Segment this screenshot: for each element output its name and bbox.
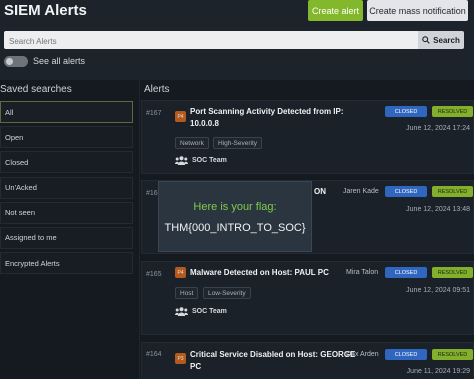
top-bar: SIEM Alerts Create alert Create mass not… — [0, 0, 474, 80]
see-all-alerts-toggle[interactable] — [4, 56, 28, 67]
alert-number: #165 — [146, 271, 162, 278]
resolution-badge: RESOLVED — [432, 349, 473, 360]
alert-title[interactable]: ON — [314, 186, 344, 198]
team-label: SOC Team — [175, 156, 227, 165]
see-all-alerts-label: See all alerts — [33, 56, 86, 66]
alert-date: June 11, 2024 19:29 — [406, 368, 470, 375]
alert-title[interactable]: Critical Service Disabled on Host: GEORG… — [190, 349, 365, 373]
saved-search-encrypted-alerts[interactable]: Encrypted Alerts — [0, 252, 133, 275]
alert-title[interactable]: Malware Detected on Host: PAUL PC — [190, 267, 365, 279]
resolution-badge: RESOLVED — [432, 267, 473, 278]
search-field[interactable] — [4, 31, 418, 51]
search-button[interactable]: Search — [418, 31, 464, 49]
team-label: SOC Team — [175, 307, 227, 316]
assignee-name: Jaren Kade — [343, 188, 379, 195]
assignee-name: Dax Arden — [346, 351, 379, 358]
alert-title[interactable]: Port Scanning Activity Detected from IP:… — [190, 106, 365, 130]
saved-searches-list: All Open Closed Un'Acked Not seen Assign… — [0, 101, 133, 277]
alert-date: June 12, 2024 13:48 — [406, 206, 470, 213]
users-icon — [175, 307, 188, 316]
saved-search-closed[interactable]: Closed — [0, 151, 133, 174]
status-badge: CLOSED — [385, 349, 427, 360]
alert-date: June 12, 2024 09:51 — [406, 287, 470, 294]
team-name: SOC Team — [192, 157, 227, 164]
saved-search-assigned-to-me[interactable]: Assigned to me — [0, 226, 133, 249]
users-icon — [175, 156, 188, 165]
priority-badge: P4 — [175, 267, 186, 278]
saved-search-open[interactable]: Open — [0, 126, 133, 149]
status-badge: CLOSED — [385, 106, 427, 117]
saved-search-all[interactable]: All — [0, 101, 133, 123]
status-badge: CLOSED — [385, 186, 427, 197]
search-icon — [422, 36, 430, 44]
team-name: SOC Team — [192, 308, 227, 315]
flag-modal: Here is your flag: THM{000_INTRO_TO_SOC} — [158, 181, 312, 252]
flag-modal-title: Here is your flag: — [193, 201, 277, 213]
priority-badge: P3 — [175, 353, 186, 364]
create-mass-notification-button[interactable]: Create mass notification — [367, 0, 468, 21]
resolution-badge: RESOLVED — [432, 186, 473, 197]
tag: Host — [175, 287, 199, 299]
alert-date: June 12, 2024 17:24 — [406, 125, 470, 132]
page-title: SIEM Alerts — [4, 2, 87, 19]
alert-card[interactable]: #164 P3 Critical Service Disabled on Hos… — [141, 342, 474, 379]
status-badge: CLOSED — [385, 267, 427, 278]
assignee-name: Mira Talon — [346, 269, 379, 276]
saved-search-not-seen[interactable]: Not seen — [0, 201, 133, 224]
column-divider — [139, 80, 140, 379]
priority-badge: P4 — [175, 111, 186, 122]
alert-number: #164 — [146, 351, 162, 358]
resolution-badge: RESOLVED — [432, 106, 473, 117]
flag-text: THM{000_INTRO_TO_SOC} — [164, 222, 306, 234]
tag: Low-Severity — [203, 287, 251, 299]
tag: High-Severity — [213, 137, 263, 149]
alert-card[interactable]: #165 P4 Malware Detected on Host: PAUL P… — [141, 261, 474, 335]
create-alert-button[interactable]: Create alert — [308, 0, 363, 21]
saved-searches-heading: Saved searches — [0, 84, 72, 95]
alerts-heading: Alerts — [144, 84, 170, 95]
alert-number: #167 — [146, 110, 162, 117]
saved-search-unacked[interactable]: Un'Acked — [0, 176, 133, 199]
search-input[interactable] — [4, 32, 418, 51]
toggle-knob — [6, 58, 13, 65]
alert-card[interactable]: #167 P4 Port Scanning Activity Detected … — [141, 100, 474, 174]
tag: Network — [175, 137, 209, 149]
search-button-label: Search — [433, 35, 460, 45]
